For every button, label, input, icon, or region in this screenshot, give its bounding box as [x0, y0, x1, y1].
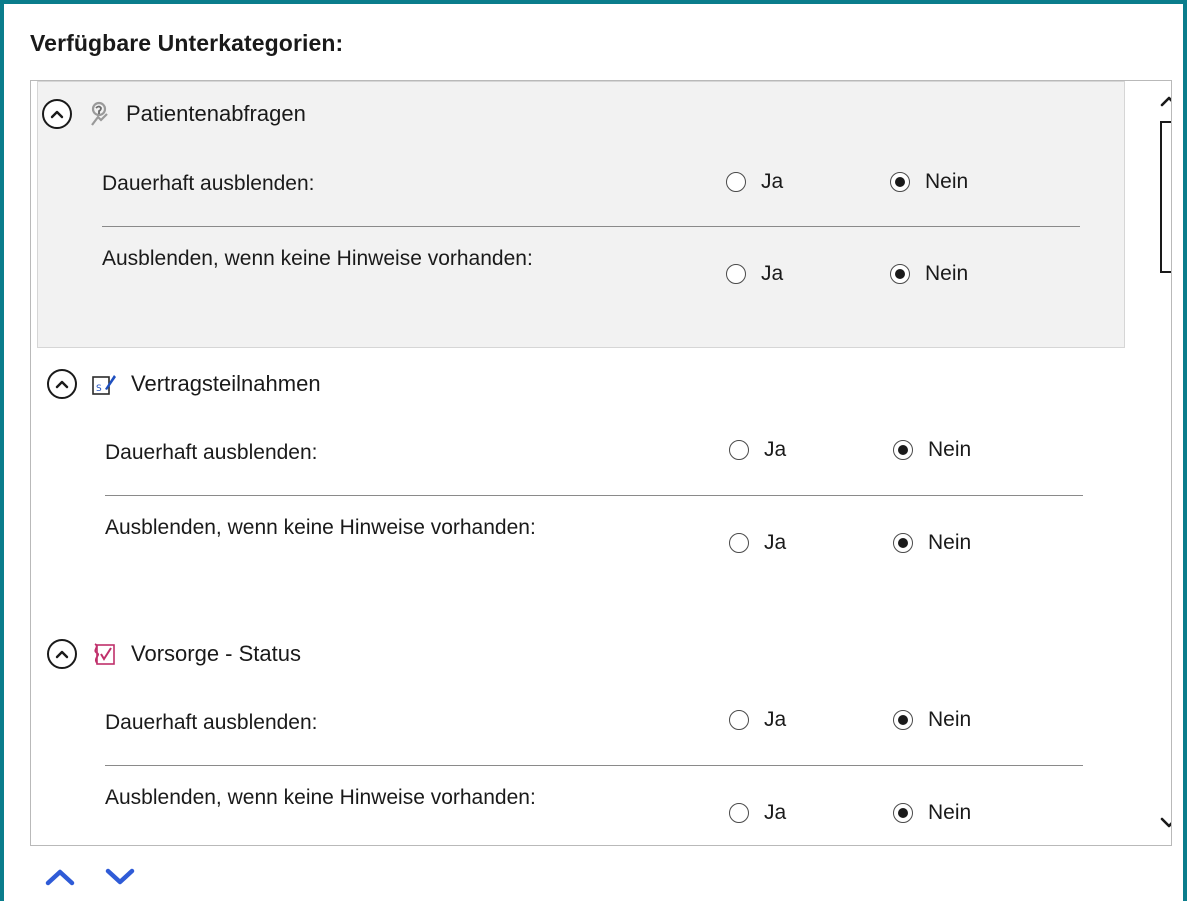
hide-if-empty-yes-radio[interactable]: Ja [729, 531, 786, 555]
hide-if-empty-no-radio[interactable]: Nein [890, 262, 968, 286]
hide-if-empty-no-radio[interactable]: Nein [893, 531, 971, 555]
radio-checked-icon [893, 803, 913, 823]
radio-checked-icon [890, 264, 910, 284]
radio-checked-icon [893, 710, 913, 730]
move-down-button[interactable] [102, 862, 138, 892]
radio-label: Nein [925, 262, 969, 285]
row-divider [105, 495, 1083, 496]
radio-label: Nein [928, 708, 972, 731]
hide-if-empty-no-radio[interactable]: Nein [893, 801, 971, 825]
radio-label: Ja [761, 170, 784, 193]
subcategory-list[interactable]: Patientenabfragen Dauerhaft ausblenden: … [30, 80, 1172, 846]
radio-checked-icon [893, 533, 913, 553]
radio-unchecked-icon [729, 803, 749, 823]
svg-text:S: S [96, 384, 102, 394]
radio-checked-icon [893, 440, 913, 460]
radio-unchecked-icon [729, 440, 749, 460]
radio-checked-icon [890, 172, 910, 192]
row-divider [102, 226, 1080, 227]
hide-if-empty-label: Ausblenden, wenn keine Hinweise vorhande… [102, 247, 533, 270]
radio-unchecked-icon [729, 710, 749, 730]
radio-label: Nein [928, 531, 972, 554]
hide-permanently-label: Dauerhaft ausblenden: [102, 172, 315, 195]
patient-query-icon [86, 101, 112, 127]
move-up-button[interactable] [42, 862, 78, 892]
radio-label: Ja [761, 262, 784, 285]
category-title: Vorsorge - Status [131, 641, 301, 666]
hide-permanently-label: Dauerhaft ausblenden: [105, 711, 318, 734]
contract-participation-icon: S [91, 371, 117, 397]
radio-label: Nein [928, 801, 972, 824]
chevron-down-icon [1160, 817, 1171, 828]
hide-permanently-label: Dauerhaft ausblenden: [105, 441, 318, 464]
hide-if-empty-yes-radio[interactable]: Ja [726, 262, 783, 286]
chevron-up-icon [1160, 96, 1171, 107]
hide-if-empty-label: Ausblenden, wenn keine Hinweise vorhande… [105, 786, 536, 809]
scroll-down-button[interactable] [1157, 811, 1171, 835]
category-vorsorge-status[interactable]: Vorsorge - Status Dauerhaft ausblenden: … [37, 626, 1125, 845]
chevron-up-icon [55, 380, 69, 389]
prevention-status-icon [91, 641, 117, 667]
radio-unchecked-icon [729, 533, 749, 553]
hide-if-empty-label: Ausblenden, wenn keine Hinweise vorhande… [105, 516, 536, 539]
category-header: Patientenabfragen [42, 94, 306, 134]
hide-permanently-no-radio[interactable]: Nein [893, 708, 971, 732]
section-heading: Verfügbare Unterkategorien: [30, 30, 344, 56]
hide-permanently-yes-radio[interactable]: Ja [729, 438, 786, 462]
hide-permanently-no-radio[interactable]: Nein [893, 438, 971, 462]
collapse-toggle-button[interactable] [47, 369, 77, 399]
chevron-up-icon [55, 650, 69, 659]
scroll-up-button[interactable] [1157, 89, 1171, 113]
collapse-toggle-button[interactable] [42, 99, 72, 129]
move-up-icon [45, 869, 75, 886]
hide-permanently-yes-radio[interactable]: Ja [726, 170, 783, 194]
radio-label: Ja [764, 708, 787, 731]
scrollbar-thumb[interactable] [1160, 121, 1171, 273]
hide-permanently-yes-radio[interactable]: Ja [729, 708, 786, 732]
radio-label: Ja [764, 531, 787, 554]
chevron-up-icon [50, 110, 64, 119]
category-vertragsteilnahmen[interactable]: S Vertragsteilnahmen Dauerhaft ausblende… [37, 356, 1125, 611]
radio-unchecked-icon [726, 264, 746, 284]
radio-label: Ja [764, 801, 787, 824]
hide-if-empty-yes-radio[interactable]: Ja [729, 801, 786, 825]
collapse-toggle-button[interactable] [47, 639, 77, 669]
category-header: Vorsorge - Status [47, 634, 301, 674]
row-divider [105, 765, 1083, 766]
radio-label: Nein [925, 170, 969, 193]
category-patientenabfragen[interactable]: Patientenabfragen Dauerhaft ausblenden: … [37, 81, 1125, 348]
hide-permanently-no-radio[interactable]: Nein [890, 170, 968, 194]
move-down-icon [105, 868, 135, 885]
radio-label: Nein [928, 438, 972, 461]
category-header: S Vertragsteilnahmen [47, 364, 321, 404]
category-title: Vertragsteilnahmen [131, 371, 321, 396]
radio-unchecked-icon [726, 172, 746, 192]
radio-label: Ja [764, 438, 787, 461]
category-title: Patientenabfragen [126, 101, 306, 126]
